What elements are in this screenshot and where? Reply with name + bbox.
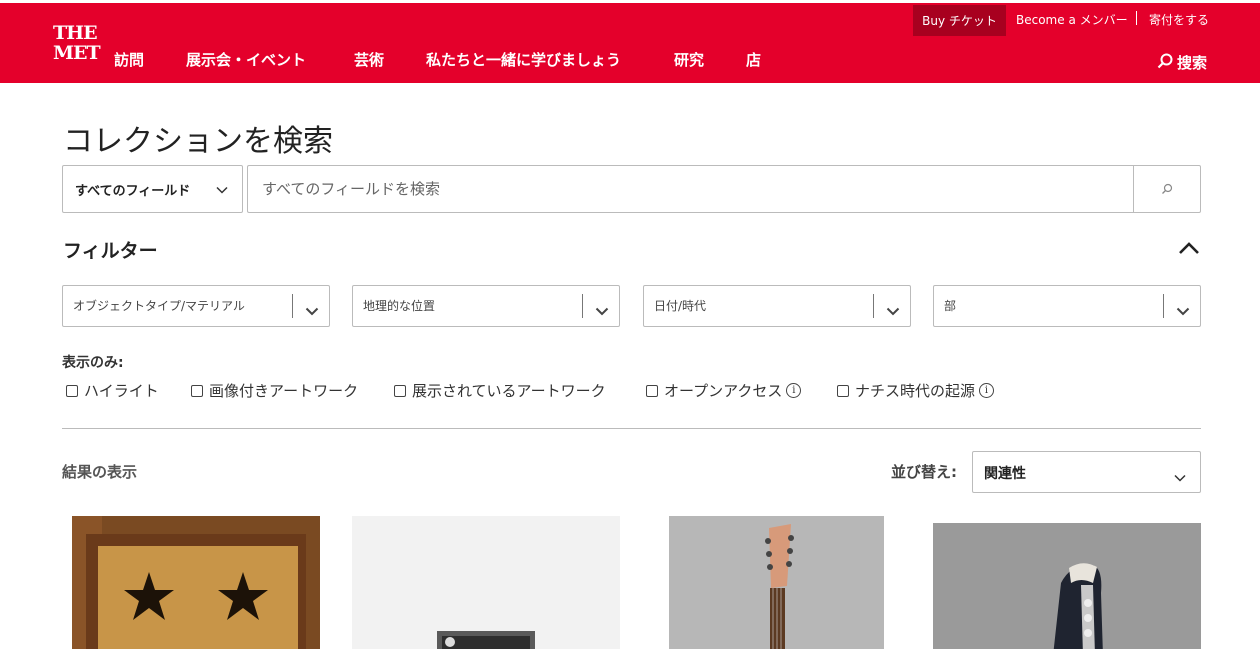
sort-label: 並び替え:: [891, 463, 957, 481]
buy-tickets-link[interactable]: Buy チケット: [913, 5, 1006, 36]
checkbox-with-images-label: 画像付きアートワーク: [209, 382, 359, 400]
checkbox-box[interactable]: [66, 384, 78, 397]
dropdown-separator: [873, 294, 874, 318]
utility-divider: [1136, 11, 1137, 25]
page-title: コレクションを検索: [63, 124, 333, 159]
search-field-select-value: すべてのフィールド: [75, 183, 191, 199]
sort-select[interactable]: 関連性: [972, 451, 1201, 493]
filter-date-label: 日付/時代: [654, 299, 707, 313]
nav-item-shop[interactable]: 店: [746, 49, 761, 70]
artwork-image-case: [437, 631, 535, 649]
result-card[interactable]: [62, 516, 330, 649]
search-input[interactable]: [247, 165, 1134, 213]
chevron-down-icon: [886, 301, 900, 320]
dropdown-separator: [1163, 294, 1164, 318]
show-only-label: 表示のみ:: [62, 355, 124, 371]
search-icon: [1161, 180, 1173, 199]
filter-date-dropdown[interactable]: 日付/時代: [643, 285, 911, 327]
checkbox-box[interactable]: [191, 384, 203, 397]
nav-item-art[interactable]: 芸術: [354, 49, 384, 70]
header-search-button[interactable]: 搜索: [1157, 52, 1207, 73]
checkbox-open-access[interactable]: オープンアクセス i: [646, 380, 802, 401]
search-field-select[interactable]: すべてのフィールド: [62, 165, 243, 213]
nav-item-exhibitions[interactable]: 展示会・イベント: [186, 49, 306, 70]
become-member-link[interactable]: Become a メンバー: [1016, 11, 1128, 28]
info-icon[interactable]: i: [979, 383, 995, 398]
chevron-down-icon: [305, 301, 319, 320]
chevron-down-icon: [1174, 467, 1186, 486]
met-logo[interactable]: THE MET: [53, 22, 101, 69]
checkbox-on-view-label: 展示されているアートワーク: [412, 382, 606, 400]
filter-geography-dropdown[interactable]: 地理的な位置: [352, 285, 620, 327]
filter-department-dropdown[interactable]: 部: [933, 285, 1201, 327]
info-icon[interactable]: i: [786, 383, 802, 398]
artwork-image-box: [72, 516, 320, 649]
sort-select-value: 関連性: [984, 466, 1026, 482]
chevron-down-icon: [216, 183, 228, 198]
nav-item-visit[interactable]: 訪問: [114, 49, 144, 70]
filter-department-label: 部: [944, 299, 957, 313]
results-label: 結果の表示: [62, 463, 138, 481]
checkbox-highlights-label: ハイライト: [84, 382, 159, 400]
artwork-image-jacket: [933, 523, 1201, 649]
checkbox-with-images[interactable]: 画像付きアートワーク: [191, 380, 358, 401]
checkbox-nazi-era-provenance[interactable]: ナチス時代の起源 i: [837, 380, 995, 401]
filters-collapse-toggle[interactable]: [1178, 240, 1200, 256]
chevron-up-icon: [1178, 241, 1200, 260]
result-card[interactable]: [643, 516, 911, 649]
filter-object-type-dropdown[interactable]: オブジェクトタイプ/マテリアル: [62, 285, 330, 327]
checkbox-on-view[interactable]: 展示されているアートワーク: [394, 380, 606, 401]
checkbox-open-access-label: オープンアクセス: [664, 382, 783, 400]
nav-item-learn[interactable]: 私たちと一緒に学びましょう: [426, 49, 621, 70]
chevron-down-icon: [595, 301, 609, 320]
result-card[interactable]: [933, 516, 1201, 649]
dropdown-separator: [292, 294, 293, 318]
donate-link[interactable]: 寄付をする: [1149, 11, 1209, 28]
filter-geography-label: 地理的な位置: [363, 299, 436, 313]
checkbox-highlights[interactable]: ハイライト: [66, 380, 159, 401]
filters-heading: フィルター: [63, 240, 158, 262]
logo-line-1: THE: [53, 22, 98, 44]
header-search-label: 搜索: [1177, 54, 1208, 72]
checkbox-nazi-era-provenance-label: ナチス時代の起源: [855, 382, 976, 400]
filter-object-type-label: オブジェクトタイプ/マテリアル: [73, 299, 245, 313]
chevron-down-icon: [1176, 301, 1190, 320]
site-header: THE MET Buy チケット Become a メンバー 寄付をする 訪問 …: [0, 3, 1260, 83]
search-icon: [1157, 53, 1173, 73]
checkbox-box[interactable]: [646, 384, 658, 397]
artwork-image-guitar: [669, 516, 884, 649]
logo-line-2: MET: [53, 42, 101, 64]
checkbox-box[interactable]: [837, 384, 849, 397]
result-card[interactable]: [352, 516, 620, 649]
section-divider: [62, 428, 1201, 429]
nav-item-research[interactable]: 研究: [674, 49, 704, 70]
search-submit-button[interactable]: [1133, 165, 1201, 213]
dropdown-separator: [582, 294, 583, 318]
checkbox-box[interactable]: [394, 384, 406, 397]
